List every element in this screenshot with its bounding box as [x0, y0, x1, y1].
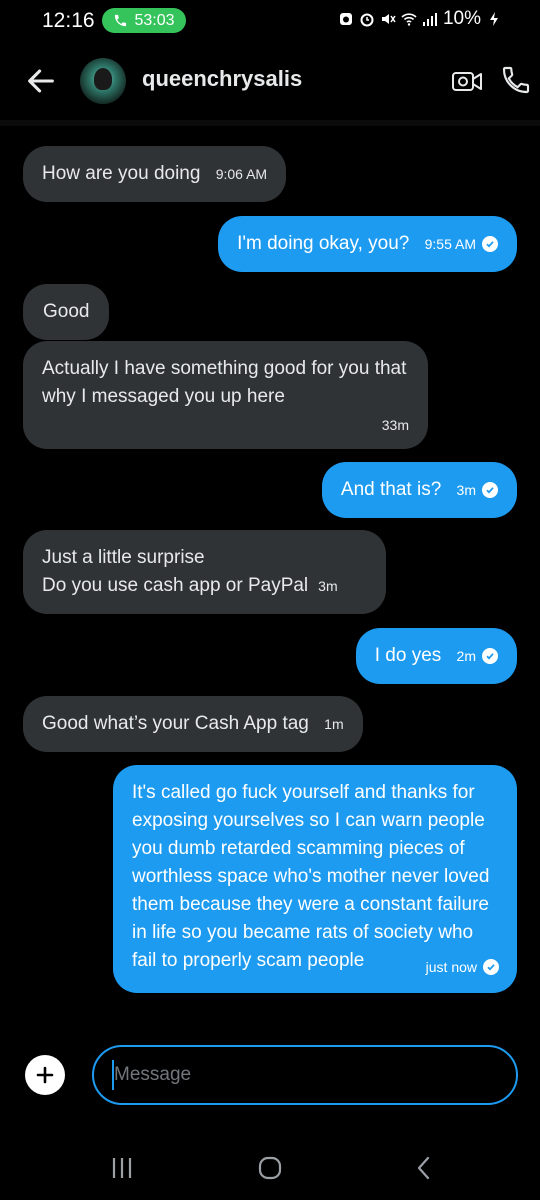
- message-time: 9:55 AM: [425, 230, 498, 258]
- ongoing-call-pill[interactable]: 53:03: [102, 8, 186, 33]
- timestamp: 3m: [456, 482, 476, 498]
- message-time: 33m: [42, 411, 409, 439]
- timestamp: just now: [425, 959, 477, 975]
- read-check-icon: [482, 648, 498, 664]
- battery-charging-icon: [490, 12, 498, 26]
- status-bar: 12:16 53:03 10%: [0, 0, 540, 40]
- home-icon[interactable]: [258, 1156, 282, 1180]
- avatar[interactable]: [80, 58, 126, 104]
- mute-icon: [381, 14, 396, 24]
- timestamp: 9:55 AM: [424, 236, 476, 252]
- call-duration: 53:03: [134, 11, 175, 29]
- timestamp: 9:06 AM: [215, 166, 268, 182]
- signal-icon: [422, 13, 437, 26]
- message-sent[interactable]: I'm doing okay, you? 9:55 AM: [218, 216, 517, 273]
- phone-icon[interactable]: [500, 64, 532, 96]
- message-received[interactable]: Actually I have something good for you t…: [23, 341, 428, 449]
- message-time: 9:06 AM: [216, 160, 267, 188]
- message-sent[interactable]: It's called go fuck yourself and thanks …: [113, 765, 517, 993]
- back-arrow-icon[interactable]: [24, 64, 58, 98]
- message-sent[interactable]: I do yes 2m: [355, 628, 517, 685]
- add-icon[interactable]: [25, 1055, 65, 1095]
- status-icons: 10%: [338, 8, 502, 30]
- message-text: It's called go fuck yourself and thanks …: [132, 782, 490, 971]
- message-text: Good what’s your Cash App tag: [42, 713, 309, 735]
- contact-name[interactable]: queenchrysalis: [142, 66, 302, 92]
- timestamp: 33m: [381, 417, 409, 433]
- timestamp: 3m: [318, 578, 338, 594]
- message-text: And that is?: [340, 479, 442, 501]
- message-text: I do yes: [374, 645, 442, 667]
- message-time: 3m: [318, 572, 337, 600]
- phone-small-icon: [115, 14, 127, 27]
- message-text: Good: [43, 301, 90, 322]
- message-text: Actually I have something good for you t…: [42, 358, 407, 407]
- recent-apps-icon[interactable]: [110, 1155, 134, 1181]
- message-composer: [0, 1040, 540, 1110]
- message-received[interactable]: Just a little surprise Do you use cash a…: [23, 530, 386, 615]
- wifi-icon: [401, 13, 417, 26]
- read-check-icon: [482, 236, 498, 252]
- message-sent[interactable]: And that is? 3m: [321, 462, 517, 519]
- timestamp: 2m: [456, 648, 476, 664]
- timestamp: 1m: [324, 716, 344, 732]
- alarm-clock-icon: [360, 13, 374, 27]
- status-time: 12:16: [42, 9, 95, 32]
- nav-back-icon[interactable]: [412, 1155, 436, 1181]
- message-text: I'm doing okay, you?: [237, 233, 410, 255]
- conversation-header: queenchrysalis: [0, 50, 540, 112]
- message-received[interactable]: Good what’s your Cash App tag 1m: [23, 696, 363, 753]
- battery-percent: 10%: [442, 8, 481, 29]
- read-check-icon: [483, 959, 499, 975]
- header-divider: [0, 120, 540, 126]
- system-nav-bar: [0, 1135, 540, 1200]
- message-text: Just a little surprise Do you use cash a…: [42, 547, 309, 597]
- message-input[interactable]: [92, 1045, 518, 1105]
- message-time: 2m: [457, 642, 498, 670]
- read-check-icon: [482, 482, 498, 498]
- text-cursor: [112, 1060, 114, 1090]
- message-received[interactable]: How are you doing 9:06 AM: [23, 146, 287, 203]
- message-text: How are you doing: [42, 163, 201, 185]
- message-received[interactable]: Good: [23, 284, 110, 340]
- message-time: 3m: [457, 476, 498, 504]
- video-call-icon[interactable]: [451, 66, 483, 96]
- alarm-icon: [339, 13, 352, 25]
- message-time: 1m: [324, 710, 343, 738]
